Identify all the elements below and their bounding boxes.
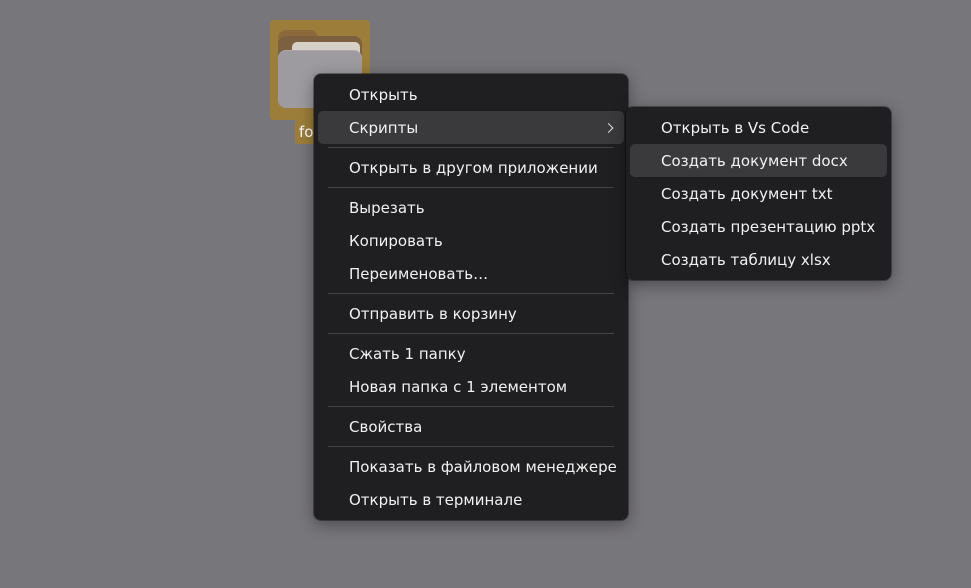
menu-item-cut[interactable]: Вырезать bbox=[318, 191, 624, 224]
menu-item-label: Открыть в другом приложении bbox=[349, 158, 598, 177]
menu-item-open[interactable]: Открыть bbox=[318, 78, 624, 111]
menu-item-label: Скрипты bbox=[349, 118, 419, 137]
submenu-item-label: Создать таблицу xlsx bbox=[661, 250, 831, 269]
submenu-item-open-in-vscode[interactable]: Открыть в Vs Code bbox=[630, 111, 887, 144]
menu-separator bbox=[328, 147, 614, 148]
menu-item-label: Свойства bbox=[349, 417, 423, 436]
context-menu: Открыть Скрипты Открыть в другом приложе… bbox=[314, 74, 628, 520]
menu-item-label: Показать в файловом менеджере bbox=[349, 457, 617, 476]
menu-item-compress[interactable]: Сжать 1 папку bbox=[318, 337, 624, 370]
scripts-submenu: Открыть в Vs Code Создать документ docx … bbox=[626, 107, 891, 280]
folder-label[interactable]: fo bbox=[299, 124, 313, 140]
submenu-item-label: Создать презентацию pptx bbox=[661, 217, 876, 236]
submenu-item-label: Открыть в Vs Code bbox=[661, 118, 810, 137]
menu-item-show-in-file-manager[interactable]: Показать в файловом менеджере bbox=[318, 450, 624, 483]
menu-item-label: Переименовать… bbox=[349, 264, 489, 283]
menu-item-open-in-terminal[interactable]: Открыть в терминале bbox=[318, 483, 624, 516]
submenu-item-create-docx[interactable]: Создать документ docx bbox=[630, 144, 887, 177]
menu-item-new-folder-with-items[interactable]: Новая папка с 1 элементом bbox=[318, 370, 624, 403]
submenu-item-create-pptx[interactable]: Создать презентацию pptx bbox=[630, 210, 887, 243]
menu-item-label: Новая папка с 1 элементом bbox=[349, 377, 568, 396]
menu-item-label: Копировать bbox=[349, 231, 443, 250]
menu-item-label: Открыть в терминале bbox=[349, 490, 523, 509]
menu-item-label: Отправить в корзину bbox=[349, 304, 517, 323]
menu-item-open-with[interactable]: Открыть в другом приложении bbox=[318, 151, 624, 184]
menu-separator bbox=[328, 293, 614, 294]
menu-separator bbox=[328, 187, 614, 188]
menu-separator bbox=[328, 446, 614, 447]
menu-item-properties[interactable]: Свойства bbox=[318, 410, 624, 443]
submenu-item-label: Создать документ txt bbox=[661, 184, 833, 203]
menu-separator bbox=[328, 333, 614, 334]
menu-item-label: Сжать 1 папку bbox=[349, 344, 466, 363]
menu-separator bbox=[328, 406, 614, 407]
menu-item-move-to-trash[interactable]: Отправить в корзину bbox=[318, 297, 624, 330]
submenu-item-create-xlsx[interactable]: Создать таблицу xlsx bbox=[630, 243, 887, 276]
menu-item-copy[interactable]: Копировать bbox=[318, 224, 624, 257]
menu-item-label: Открыть bbox=[349, 85, 418, 104]
submenu-item-create-txt[interactable]: Создать документ txt bbox=[630, 177, 887, 210]
submenu-item-label: Создать документ docx bbox=[661, 151, 848, 170]
menu-item-label: Вырезать bbox=[349, 198, 425, 217]
chevron-right-icon bbox=[603, 122, 614, 133]
menu-item-scripts[interactable]: Скрипты bbox=[318, 111, 624, 144]
menu-item-rename[interactable]: Переименовать… bbox=[318, 257, 624, 290]
